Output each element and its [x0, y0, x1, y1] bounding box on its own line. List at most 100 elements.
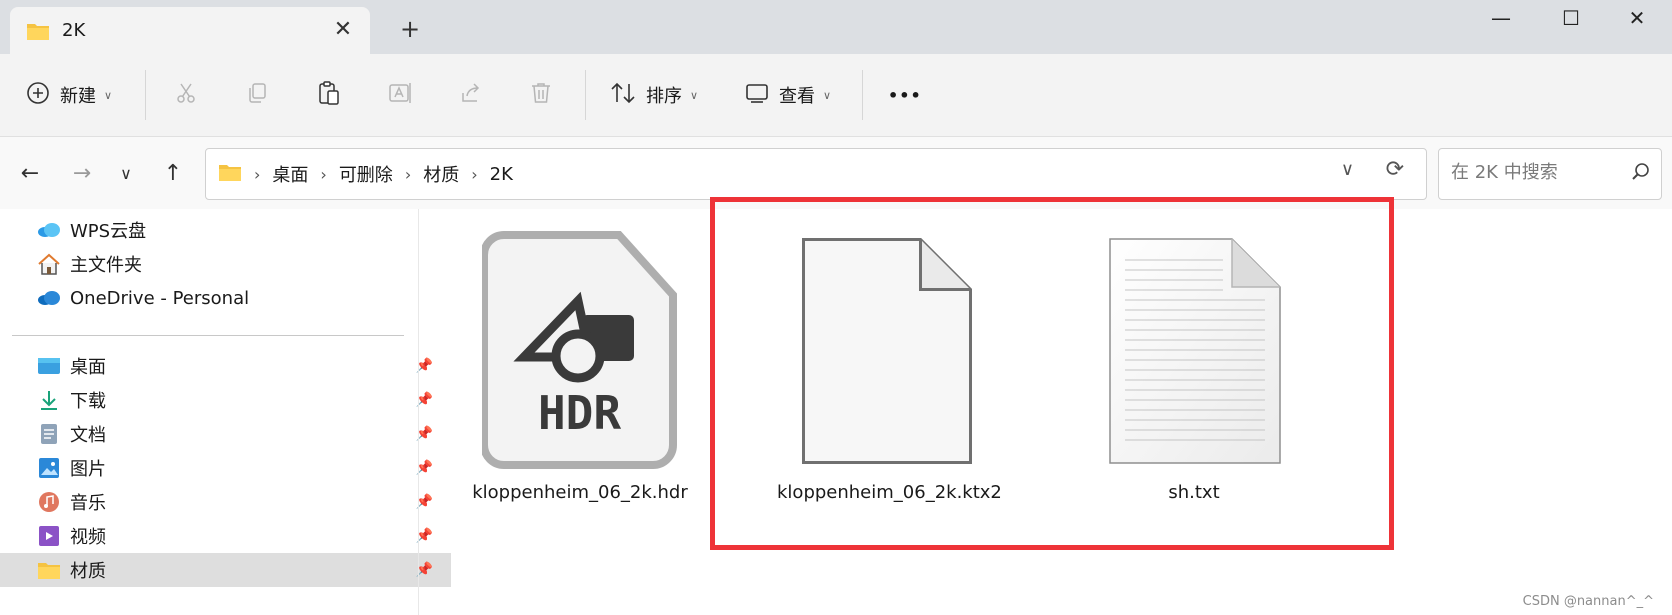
sort-button[interactable]: 排序 ∨ — [610, 54, 698, 136]
view-button-label: 查看 — [779, 86, 815, 107]
window-close-button[interactable]: ✕ — [1602, 0, 1672, 36]
folder-icon — [218, 162, 242, 187]
hdr-badge: HDR — [537, 386, 622, 440]
toolbar-divider — [585, 70, 586, 120]
sort-button-label: 排序 — [646, 86, 682, 107]
sidebar-item-label: 视频 — [70, 527, 106, 548]
highlight-annotation — [710, 197, 1394, 550]
sidebar-item-label: 下载 — [70, 391, 106, 412]
up-button[interactable]: ↑ — [155, 155, 191, 191]
new-tab-button[interactable]: + — [395, 14, 425, 44]
rename-icon — [388, 81, 414, 110]
chevron-down-icon: ∨ — [104, 88, 113, 102]
maximize-button[interactable]: ☐ — [1536, 0, 1606, 36]
share-button[interactable] — [459, 54, 483, 136]
sidebar-item-label: 文档 — [70, 425, 106, 446]
sidebar-item-label: OneDrive - Personal — [70, 287, 250, 309]
sidebar-item-downloads[interactable]: 下载 📌 — [0, 383, 451, 417]
copy-icon — [245, 81, 269, 110]
download-icon — [36, 387, 62, 413]
sidebar-item-label: 桌面 — [70, 357, 106, 378]
scissors-icon — [174, 81, 198, 110]
music-icon — [36, 489, 62, 515]
tab-close-button[interactable]: ✕ — [328, 15, 358, 45]
tab-2k[interactable]: 2K ✕ — [10, 7, 370, 54]
arrow-left-icon: ← — [20, 160, 40, 186]
sidebar-item-materials[interactable]: 材质 📌 — [0, 553, 451, 587]
sidebar-item-home[interactable]: 主文件夹 — [0, 247, 451, 281]
address-history-button[interactable]: ∨ — [1341, 159, 1354, 180]
sidebar-item-label: 主文件夹 — [70, 255, 142, 276]
file-name: kloppenheim_06_2k.hdr — [472, 482, 688, 503]
sidebar-item-desktop[interactable]: 桌面 📌 — [0, 349, 451, 383]
sidebar-item-videos[interactable]: 视频 📌 — [0, 519, 451, 553]
sort-icon — [610, 81, 636, 110]
address-bar[interactable]: › 桌面 › 可删除 › 材质 › 2K ∨ ⟳ — [205, 148, 1427, 200]
view-button[interactable]: 查看 ∨ — [745, 54, 831, 136]
folder-icon — [36, 557, 62, 583]
view-icon — [745, 81, 769, 110]
chevron-right-icon: › — [404, 164, 412, 184]
search-box[interactable] — [1438, 148, 1662, 200]
trash-icon — [529, 81, 553, 110]
arrow-up-icon: ↑ — [163, 160, 183, 186]
sidebar-item-pictures[interactable]: 图片 📌 — [0, 451, 451, 485]
chevron-right-icon: › — [254, 164, 261, 184]
new-button-label: 新建 — [60, 86, 96, 107]
toolbar-divider — [862, 70, 863, 120]
folder-icon — [26, 21, 50, 45]
sidebar-divider — [12, 335, 404, 336]
desktop-icon — [36, 353, 62, 379]
chevron-down-icon: ∨ — [823, 88, 832, 102]
title-bar: 2K ✕ + — ☐ ✕ — [0, 0, 1672, 54]
search-icon[interactable] — [1631, 162, 1651, 186]
back-button[interactable]: ← — [12, 155, 48, 191]
pane-splitter[interactable] — [418, 209, 419, 615]
sidebar-item-onedrive[interactable]: OneDrive - Personal — [0, 281, 451, 315]
sidebar-item-label: WPS云盘 — [70, 221, 147, 242]
sidebar-item-label: 图片 — [70, 459, 106, 480]
arrow-right-icon: → — [72, 160, 92, 186]
new-button[interactable]: 新建 ∨ — [26, 54, 112, 136]
sidebar-item-label: 材质 — [70, 561, 106, 582]
breadcrumb-item[interactable]: 材质 — [423, 161, 459, 187]
sidebar-item-label: 音乐 — [70, 493, 106, 514]
cloud-icon — [36, 217, 62, 243]
navigation-pane: WPS云盘 主文件夹 OneDrive - Personal 桌面 📌 下载 📌… — [0, 209, 451, 615]
copy-button[interactable] — [245, 54, 269, 136]
add-circle-icon — [26, 81, 50, 110]
paste-button[interactable] — [317, 54, 341, 136]
more-options-button[interactable]: ••• — [888, 54, 922, 136]
search-input[interactable] — [1449, 161, 1623, 184]
chevron-down-icon: ∨ — [120, 163, 132, 183]
breadcrumb-item[interactable]: 可删除 — [339, 161, 393, 187]
file-item[interactable]: HDR kloppenheim_06_2k.hdr — [470, 228, 690, 508]
sidebar-item-music[interactable]: 音乐 📌 — [0, 485, 451, 519]
onedrive-icon — [36, 285, 62, 311]
sidebar-item-documents[interactable]: 文档 📌 — [0, 417, 451, 451]
chevron-down-icon: ∨ — [690, 88, 699, 102]
forward-button[interactable]: → — [64, 155, 100, 191]
delete-button[interactable] — [529, 54, 553, 136]
tab-title: 2K — [62, 20, 86, 41]
breadcrumb-item[interactable]: 2K — [490, 164, 513, 185]
toolbar-divider — [145, 70, 146, 120]
breadcrumb: › 桌面 › 可删除 › 材质 › 2K — [218, 149, 513, 199]
share-icon — [459, 81, 483, 110]
command-bar: 新建 ∨ 排序 ∨ 查看 ∨ ••• — [0, 54, 1672, 137]
video-icon — [36, 523, 62, 549]
home-icon — [36, 251, 62, 277]
recent-locations-button[interactable]: ∨ — [108, 155, 144, 191]
refresh-icon[interactable]: ⟳ — [1386, 157, 1404, 182]
chevron-right-icon: › — [471, 164, 478, 184]
chevron-right-icon: › — [320, 164, 327, 184]
sidebar-item-wps-cloud[interactable]: WPS云盘 — [0, 213, 451, 247]
cut-button[interactable] — [174, 54, 198, 136]
minimize-button[interactable]: — — [1466, 0, 1536, 36]
watermark: CSDN @nannan^_^ — [1522, 594, 1654, 609]
pictures-icon — [36, 455, 62, 481]
document-icon — [36, 421, 62, 447]
rename-button[interactable] — [388, 54, 414, 136]
clipboard-icon — [317, 80, 341, 111]
breadcrumb-item[interactable]: 桌面 — [272, 161, 308, 187]
